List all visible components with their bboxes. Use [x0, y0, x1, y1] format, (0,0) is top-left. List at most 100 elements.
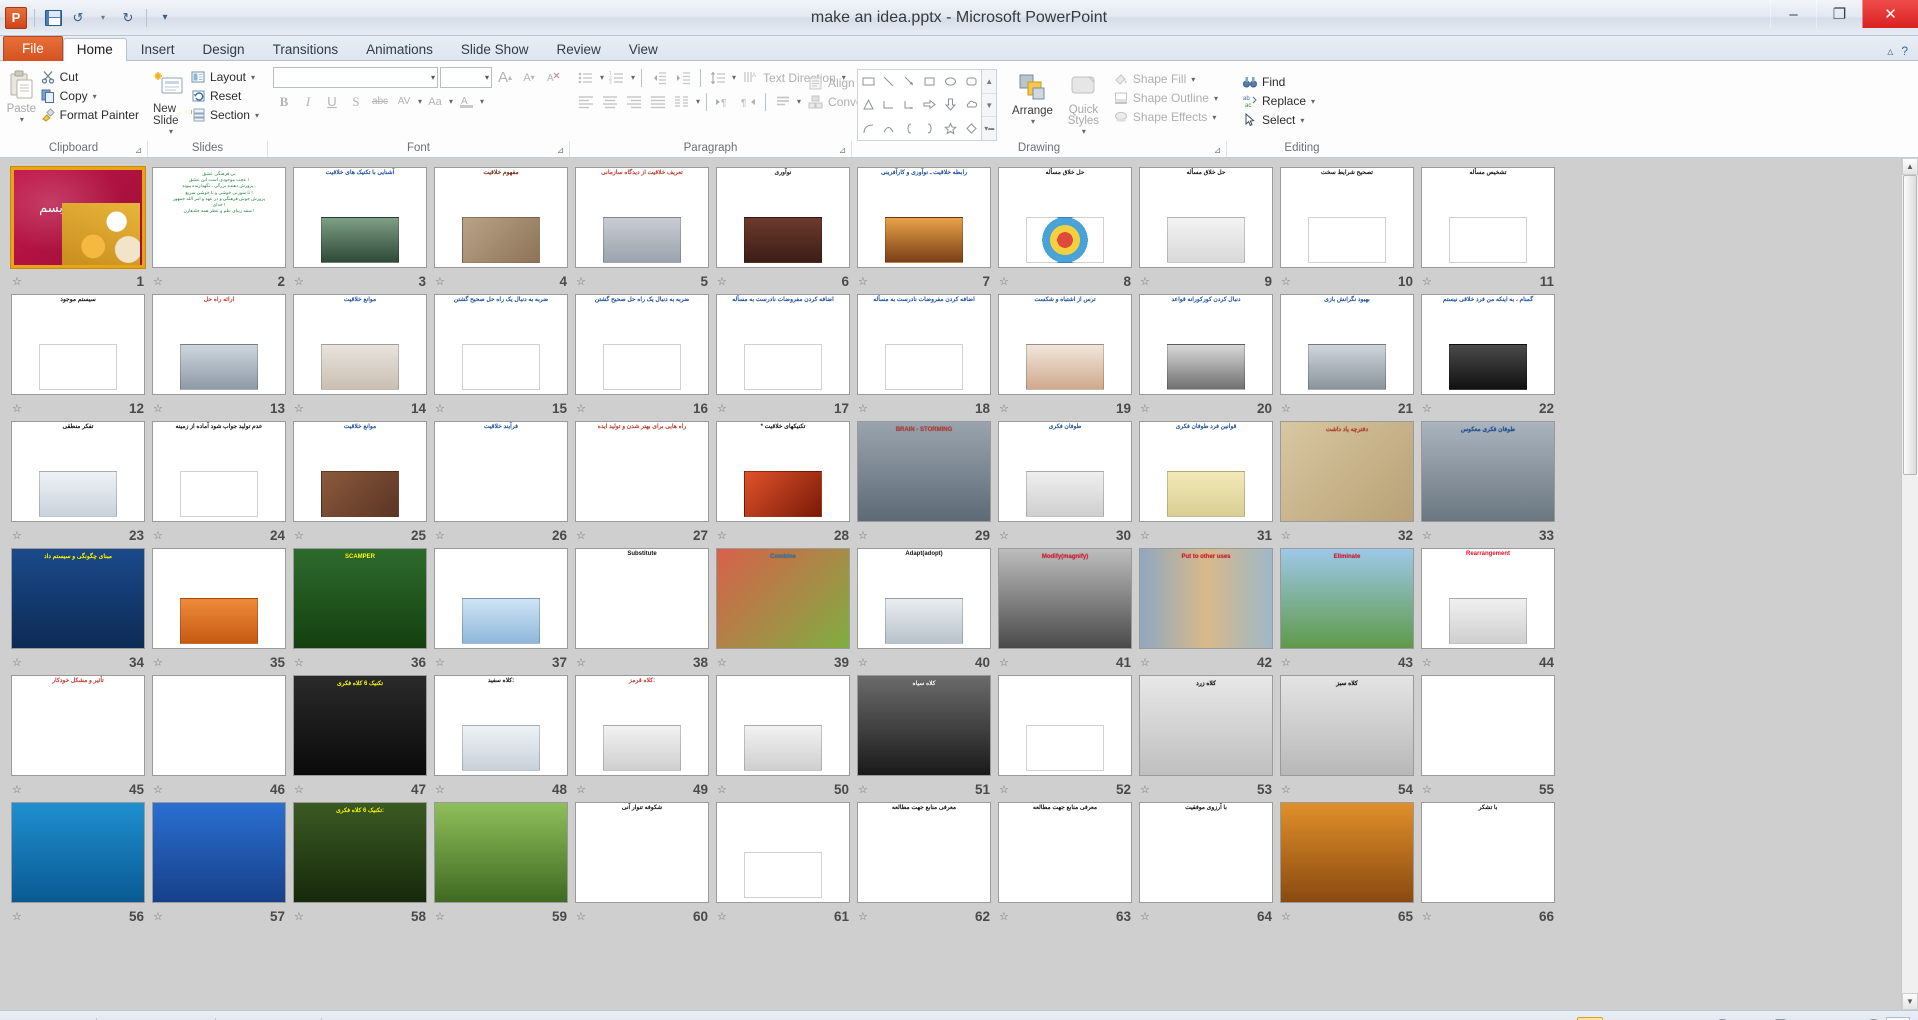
slide-canvas[interactable]: قوانین فرد طوفان فکری — [1139, 421, 1273, 522]
star-transition-icon[interactable]: ☆ — [1422, 402, 1432, 415]
slide-canvas[interactable] — [152, 675, 286, 776]
star-transition-icon[interactable]: ☆ — [858, 910, 868, 923]
slide-canvas[interactable]: Rearrangement — [1421, 548, 1555, 649]
font-color-caret-icon[interactable]: ▾ — [480, 97, 484, 106]
slide-thumbnail-5[interactable]: تعریف خلاقیت از دیدگاه سازمانی ☆ 5 — [572, 164, 712, 291]
shape-square-icon[interactable] — [920, 70, 941, 93]
tab-file[interactable]: File — [3, 36, 63, 61]
star-transition-icon[interactable]: ☆ — [153, 275, 163, 288]
drawing-dialog-launcher[interactable]: ⊿ — [1211, 144, 1224, 157]
slide-canvas[interactable]: حل خلاق مسأله — [998, 167, 1132, 268]
slide-canvas[interactable]: با تشکر — [1421, 802, 1555, 903]
star-transition-icon[interactable]: ☆ — [1140, 529, 1150, 542]
arrange-caret-icon[interactable]: ▾ — [1031, 117, 1035, 126]
strikethrough-button[interactable]: abc — [369, 91, 391, 112]
slide-canvas[interactable]: گمنام ، به اینکه من فرد خلاقی نیستم — [1421, 294, 1555, 395]
slide-canvas[interactable]: آشنایی با تکنیک های خلاقیت — [293, 167, 427, 268]
slide-thumbnail-41[interactable]: Modify(magnify) ☆ 41 — [995, 545, 1135, 672]
slide-thumbnail-42[interactable]: Put to other uses ☆ 42 — [1136, 545, 1276, 672]
slide-canvas[interactable]: معرفی منابع جهت مطالعه — [857, 802, 991, 903]
spacing-caret-icon[interactable]: ▾ — [418, 97, 422, 106]
columns-button[interactable] — [671, 91, 693, 112]
star-transition-icon[interactable]: ☆ — [717, 402, 727, 415]
star-transition-icon[interactable]: ☆ — [435, 275, 445, 288]
replace-button[interactable]: ab ac Replace ▾ — [1240, 92, 1319, 110]
slide-thumbnail-21[interactable]: بهبود نگرانش بازی ☆ 21 — [1277, 291, 1417, 418]
customize-qat-icon[interactable]: ▾ — [154, 7, 176, 29]
shape-outline-caret-icon[interactable]: ▾ — [1214, 94, 1218, 103]
close-button[interactable]: ✕ — [1862, 0, 1918, 28]
slide-canvas[interactable]: * تکنیکهای خلاقیت — [716, 421, 850, 522]
star-transition-icon[interactable]: ☆ — [294, 529, 304, 542]
star-transition-icon[interactable]: ☆ — [1422, 910, 1432, 923]
slide-canvas[interactable]: Eliminate — [1280, 548, 1414, 649]
slide-canvas[interactable] — [152, 802, 286, 903]
slide-thumbnail-43[interactable]: Eliminate ☆ 43 — [1277, 545, 1417, 672]
format-painter-button[interactable]: Format Painter — [38, 106, 143, 124]
decrease-indent-button[interactable] — [648, 67, 670, 88]
star-transition-icon[interactable]: ☆ — [1422, 783, 1432, 796]
slide-canvas[interactable]: Adapt(adopt) — [857, 548, 991, 649]
slide-thumbnail-53[interactable]: کلاه زرد ☆ 53 — [1136, 672, 1276, 799]
scroll-track[interactable] — [1902, 175, 1918, 993]
tab-slide-show[interactable]: Slide Show — [447, 38, 543, 61]
slide-thumbnail-17[interactable]: اضافه کردن مفروضات نادرست به مسأله ☆ 17 — [713, 291, 853, 418]
replace-caret-icon[interactable]: ▾ — [1311, 97, 1315, 106]
shape-arc-icon[interactable] — [858, 117, 879, 140]
star-transition-icon[interactable]: ☆ — [153, 910, 163, 923]
shapes-gallery-scrollbar[interactable]: ▲ ▼ ▾ ▬ — [982, 69, 998, 141]
slide-canvas[interactable]: اضافه کردن مفروضات نادرست به مسأله — [716, 294, 850, 395]
slide-thumbnail-16[interactable]: ضربه به دنبال یک راه حل صحیح گشتن ☆ 16 — [572, 291, 712, 418]
slide-canvas[interactable]: تفکر منطقی — [11, 421, 145, 522]
star-transition-icon[interactable]: ☆ — [1140, 656, 1150, 669]
star-transition-icon[interactable]: ☆ — [858, 783, 868, 796]
star-transition-icon[interactable]: ☆ — [1281, 910, 1291, 923]
slide-thumbnail-19[interactable]: ترس از اشتباه و شکست ☆ 19 — [995, 291, 1135, 418]
slide-canvas[interactable] — [716, 802, 850, 903]
bullets-caret-icon[interactable]: ▾ — [600, 73, 604, 82]
shape-cloud-icon[interactable] — [961, 93, 982, 116]
quick-styles-button[interactable]: Quick Styles ▾ — [1060, 67, 1107, 136]
star-transition-icon[interactable]: ☆ — [999, 783, 1009, 796]
star-transition-icon[interactable]: ☆ — [12, 529, 22, 542]
slide-thumbnail-56[interactable]: ☆ 56 — [8, 799, 148, 926]
slide-canvas[interactable] — [1280, 802, 1414, 903]
shrink-font-button[interactable]: A ▾ — [518, 67, 540, 88]
slide-thumbnail-14[interactable]: موانع خلاقیت ☆ 14 — [290, 291, 430, 418]
tab-insert[interactable]: Insert — [127, 38, 189, 61]
slide-canvas[interactable]: Combine — [716, 548, 850, 649]
slide-thumbnail-29[interactable]: BRAIN - STORMING ☆ 29 — [854, 418, 994, 545]
star-transition-icon[interactable]: ☆ — [576, 910, 586, 923]
slide-thumbnail-55[interactable]: ☆ 55 — [1418, 672, 1558, 799]
slide-thumbnail-23[interactable]: تفکر منطقی ☆ 23 — [8, 418, 148, 545]
star-transition-icon[interactable]: ☆ — [1140, 275, 1150, 288]
star-transition-icon[interactable]: ☆ — [153, 783, 163, 796]
star-transition-icon[interactable]: ☆ — [12, 275, 22, 288]
font-color-button[interactable]: A — [455, 91, 477, 112]
numbering-caret-icon[interactable]: ▾ — [631, 73, 635, 82]
ltr-button[interactable]: ¶ — [713, 91, 735, 112]
new-slide-caret-icon[interactable]: ▾ — [169, 127, 173, 136]
shapes-scroll-up-icon[interactable]: ▲ — [982, 70, 997, 94]
shape-oval-icon[interactable] — [940, 70, 961, 93]
slide-canvas[interactable]: کلاه سیاه — [857, 675, 991, 776]
slide-thumbnail-8[interactable]: حل خلاق مسأله ☆ 8 — [995, 164, 1135, 291]
text-shadow-button[interactable]: S — [345, 91, 367, 112]
star-transition-icon[interactable]: ☆ — [12, 402, 22, 415]
star-transition-icon[interactable]: ☆ — [717, 783, 727, 796]
slide-thumbnail-4[interactable]: مفهوم خلاقیت ☆ 4 — [431, 164, 571, 291]
slide-canvas[interactable]: معرفی منابع جهت مطالعه — [998, 802, 1132, 903]
slide-thumbnail-63[interactable]: معرفی منابع جهت مطالعه ☆ 63 — [995, 799, 1135, 926]
minimize-ribbon-icon[interactable]: ▵ — [1887, 44, 1893, 58]
slide-canvas[interactable] — [152, 548, 286, 649]
undo-icon[interactable]: ↺ — [67, 7, 89, 29]
slide-thumbnail-60[interactable]: شکوفه تنوار آنی ☆ 60 — [572, 799, 712, 926]
find-button[interactable]: Find — [1240, 73, 1319, 91]
shapes-scroll-down-icon[interactable]: ▼ — [982, 94, 997, 118]
bullets-button[interactable] — [575, 67, 597, 88]
slide-thumbnail-33[interactable]: طوفان فکری معکوس ☆ 33 — [1418, 418, 1558, 545]
slide-canvas[interactable]: کلاه زرد — [1139, 675, 1273, 776]
slide-canvas[interactable] — [434, 548, 568, 649]
slide-canvas[interactable]: تصحیح شرایط سخت — [1280, 167, 1414, 268]
slide-canvas[interactable]: شکوفه تنوار آنی — [575, 802, 709, 903]
